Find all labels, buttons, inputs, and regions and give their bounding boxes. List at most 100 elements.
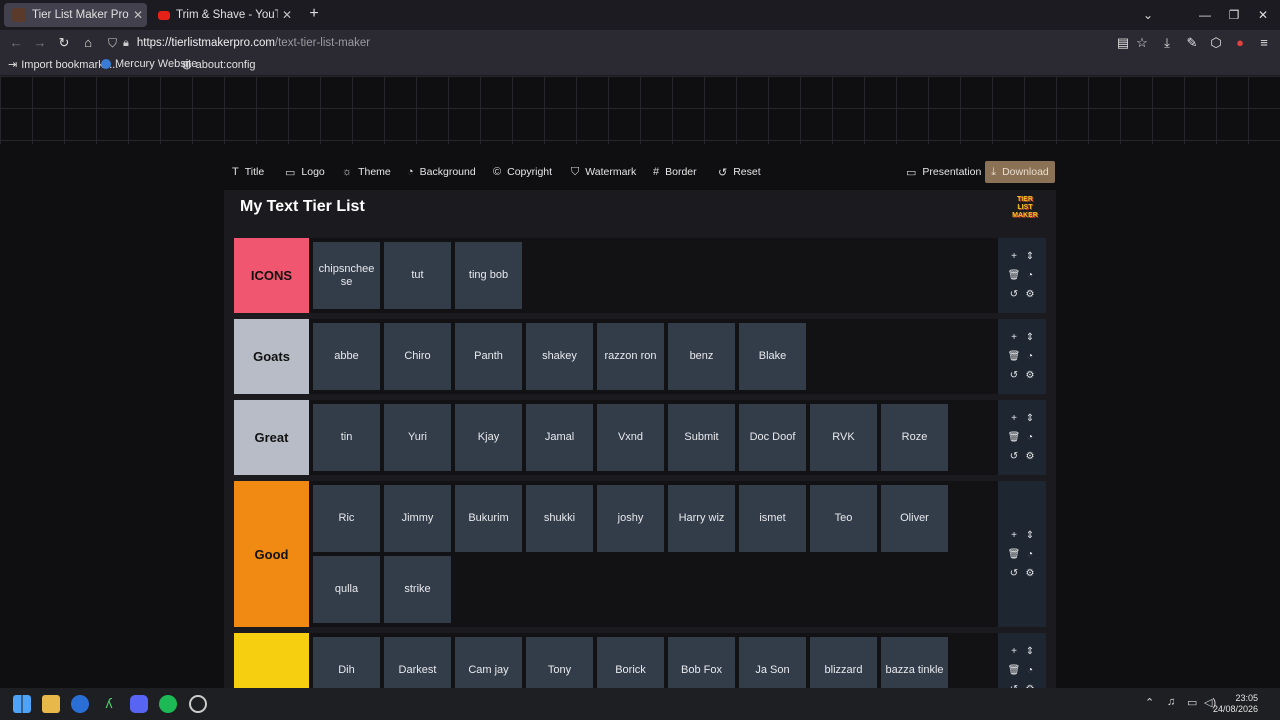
tier-color-icon[interactable]: ◔ <box>1022 347 1038 366</box>
tier-item[interactable]: Roze <box>881 404 948 471</box>
tier-item[interactable]: RVK <box>810 404 877 471</box>
tier-item[interactable]: Tony <box>526 637 593 688</box>
tier-item[interactable]: Bob Fox <box>668 637 735 688</box>
close-window-icon[interactable]: ✕ <box>1248 0 1278 30</box>
tier-item[interactable]: Jimmy <box>384 485 451 552</box>
tier-label[interactable]: ICONS <box>234 238 309 313</box>
tier-list-title[interactable]: My Text Tier List <box>240 198 365 216</box>
tier-item[interactable]: Borick <box>597 637 664 688</box>
downloads-icon[interactable]: ⤓ <box>1155 30 1179 56</box>
tier-label[interactable]: Great <box>234 400 309 475</box>
tier-item[interactable]: shakey <box>526 323 593 390</box>
spotify-icon[interactable] <box>159 695 177 713</box>
tier-item[interactable]: joshy <box>597 485 664 552</box>
download-button[interactable]: ⤓ Download <box>985 161 1055 183</box>
extensions-icon[interactable]: ⬡ <box>1204 30 1228 56</box>
tier-color-icon[interactable]: ◔ <box>1022 545 1038 564</box>
tier-item[interactable]: Ja Son <box>739 637 806 688</box>
tier-color-icon[interactable]: ◔ <box>1022 428 1038 447</box>
reset-tier-icon[interactable]: ↺ <box>1006 366 1022 385</box>
tier-settings-icon[interactable]: ⚙ <box>1022 680 1038 688</box>
close-tab-icon[interactable]: ✕ <box>129 8 147 22</box>
tier-item[interactable]: Dih <box>313 637 380 688</box>
tier-item[interactable]: Chiro <box>384 323 451 390</box>
tier-item[interactable]: Harry wiz <box>668 485 735 552</box>
new-tab-button[interactable]: + <box>304 3 324 27</box>
network-icon[interactable]: ▭ <box>1187 696 1197 709</box>
close-tab-icon[interactable]: ✕ <box>278 8 296 22</box>
reset-tier-icon[interactable]: ↺ <box>1006 680 1022 688</box>
add-item-icon[interactable]: + <box>1006 642 1022 661</box>
delete-tier-icon[interactable]: 🗑︎ <box>1006 661 1022 680</box>
tier-item[interactable]: Yuri <box>384 404 451 471</box>
move-tier-icon[interactable]: ⇕ <box>1022 526 1038 545</box>
tier-settings-icon[interactable]: ⚙ <box>1022 366 1038 385</box>
account-icon[interactable]: ● <box>1228 30 1252 56</box>
tier-item[interactable]: Bukurim <box>455 485 522 552</box>
tier-settings-icon[interactable]: ⚙ <box>1022 285 1038 304</box>
border-button[interactable]: # Border <box>653 160 697 184</box>
home-icon[interactable]: ⌂ <box>76 30 100 56</box>
url-bar[interactable]: ⛉ 🔒︎ https://tierlistmakerpro.com/text-t… <box>102 32 1102 54</box>
tier-item[interactable]: Doc Doof <box>739 404 806 471</box>
title-button[interactable]: T Title <box>232 160 264 184</box>
minimize-icon[interactable]: — <box>1190 0 1220 30</box>
add-item-icon[interactable]: + <box>1006 409 1022 428</box>
tier-settings-icon[interactable]: ⚙ <box>1022 564 1038 583</box>
menu-icon[interactable]: ≡ <box>1252 30 1276 56</box>
file-explorer-icon[interactable] <box>42 695 60 713</box>
tier-label[interactable]: Good <box>234 481 309 627</box>
tier-item[interactable]: Darkest <box>384 637 451 688</box>
reset-tier-icon[interactable]: ↺ <box>1006 447 1022 466</box>
tier-item[interactable]: Panth <box>455 323 522 390</box>
restore-icon[interactable]: ❐ <box>1219 0 1249 30</box>
add-item-icon[interactable]: + <box>1006 247 1022 266</box>
logo-button[interactable]: ▭ Logo <box>285 160 325 184</box>
tier-item[interactable]: tin <box>313 404 380 471</box>
tier-item[interactable]: ismet <box>739 485 806 552</box>
tray-chevron-icon[interactable]: ⌃ <box>1145 696 1154 709</box>
theme-button[interactable]: ☼ Theme <box>342 160 391 184</box>
tier-item[interactable]: chipsncheese <box>313 242 380 309</box>
tier-item[interactable]: abbe <box>313 323 380 390</box>
tracking-shield-icon[interactable]: ⛉ <box>108 36 117 51</box>
move-tier-icon[interactable]: ⇕ <box>1022 642 1038 661</box>
microphone-icon[interactable]: ♫ <box>1167 696 1175 708</box>
delete-tier-icon[interactable]: 🗑︎ <box>1006 266 1022 285</box>
bookmark-about-config[interactable]: ◍ about:config <box>182 58 256 72</box>
tier-item[interactable]: Kjay <box>455 404 522 471</box>
delete-tier-icon[interactable]: 🗑︎ <box>1006 428 1022 447</box>
move-tier-icon[interactable]: ⇕ <box>1022 409 1038 428</box>
tab-youtube[interactable]: Trim & Shave - YouTube ✕ <box>150 3 296 27</box>
delete-tier-icon[interactable]: 🗑︎ <box>1006 347 1022 366</box>
tier-item[interactable]: Oliver <box>881 485 948 552</box>
tier-item[interactable]: shukki <box>526 485 593 552</box>
background-button[interactable]: ◔ Background <box>407 160 476 184</box>
delete-tier-icon[interactable]: 🗑︎ <box>1006 545 1022 564</box>
tier-item[interactable]: Blake <box>739 323 806 390</box>
steam-icon[interactable] <box>189 695 207 713</box>
tools-icon[interactable]: ✎ <box>1180 30 1204 56</box>
tier-label[interactable]: Goats <box>234 319 309 394</box>
app-icon[interactable]: ʎ <box>100 695 118 713</box>
tier-color-icon[interactable]: ◔ <box>1022 266 1038 285</box>
tier-item[interactable]: Cam jay <box>455 637 522 688</box>
bookmark-star-icon[interactable]: ☆ <box>1130 30 1154 56</box>
reset-tier-icon[interactable]: ↺ <box>1006 564 1022 583</box>
browser-icon[interactable] <box>71 695 89 713</box>
tier-item[interactable]: bazza tinkle <box>881 637 948 688</box>
tier-item[interactable]: razzon ron <box>597 323 664 390</box>
tier-item[interactable]: tut <box>384 242 451 309</box>
tier-item[interactable]: Jamal <box>526 404 593 471</box>
back-icon[interactable]: ← <box>4 30 28 56</box>
tier-item[interactable]: Ric <box>313 485 380 552</box>
presentation-button[interactable]: ▭ Presentation <box>906 160 981 184</box>
tier-item[interactable]: ting bob <box>455 242 522 309</box>
tier-settings-icon[interactable]: ⚙ <box>1022 447 1038 466</box>
tier-item[interactable]: Teo <box>810 485 877 552</box>
start-icon[interactable] <box>13 695 31 713</box>
move-tier-icon[interactable]: ⇕ <box>1022 328 1038 347</box>
tier-item[interactable]: blizzard <box>810 637 877 688</box>
add-item-icon[interactable]: + <box>1006 526 1022 545</box>
tier-item[interactable]: benz <box>668 323 735 390</box>
